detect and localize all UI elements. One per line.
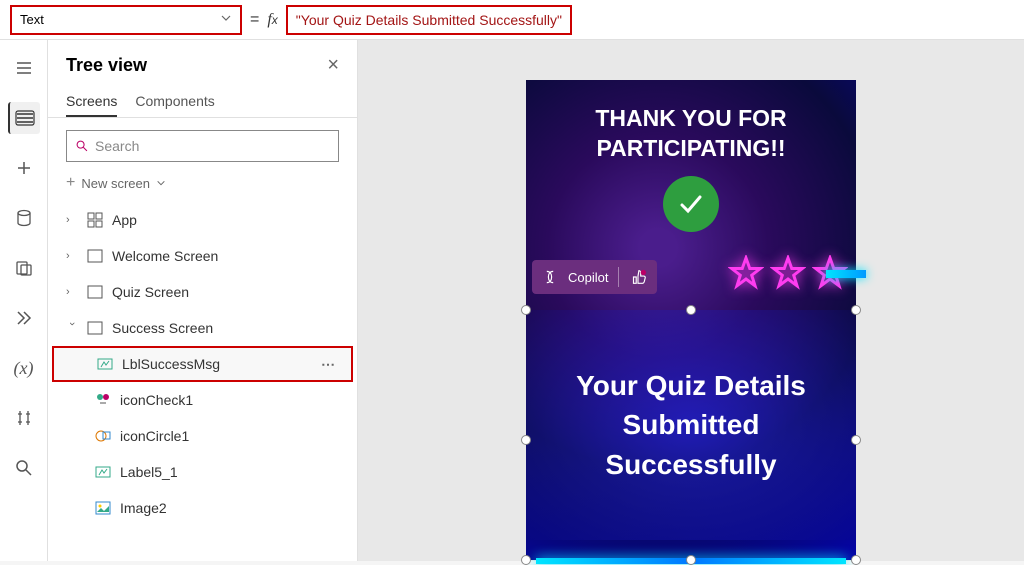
success-line3: Successfully	[526, 445, 856, 484]
close-icon[interactable]: ×	[327, 54, 339, 77]
checkmark-icon	[675, 188, 707, 220]
tab-screens[interactable]: Screens	[66, 87, 117, 117]
success-line2: Submitted	[526, 405, 856, 444]
tree-node-iconcheck[interactable]: iconCheck1	[52, 382, 353, 418]
selection-handle[interactable]	[521, 555, 531, 565]
phone-screen[interactable]: THANK YOU FOR PARTICIPATING!! Copilot Yo…	[526, 80, 856, 560]
thumbs-icon[interactable]	[629, 268, 647, 286]
tree-node-lblsuccessmsg[interactable]: LblSuccessMsg ⋯	[52, 346, 353, 382]
fx-icon: fx	[267, 11, 277, 29]
selection-handle[interactable]	[851, 305, 861, 315]
tab-components[interactable]: Components	[135, 87, 214, 117]
success-message-label[interactable]: Your Quiz Details Submitted Successfully	[526, 310, 856, 540]
star-icon	[770, 255, 806, 291]
formula-bar: Text = fx "Your Quiz Details Submitted S…	[0, 0, 1024, 40]
node-label: Quiz Screen	[112, 284, 189, 300]
tree-title: Tree view	[66, 55, 147, 76]
selection-handle[interactable]	[851, 435, 861, 445]
search-input[interactable]: Search	[66, 130, 339, 162]
hamburger-icon[interactable]	[8, 52, 40, 84]
screen-icon	[86, 283, 104, 301]
plus-icon: +	[66, 174, 75, 192]
equals-sign: =	[250, 11, 259, 29]
tree-panel: Tree view × Screens Components Search + …	[48, 40, 358, 561]
new-screen-button[interactable]: + New screen	[48, 170, 357, 202]
app-icon	[86, 211, 104, 229]
node-label: LblSuccessMsg	[122, 356, 220, 372]
left-rail: (x)	[0, 40, 48, 561]
selection-handle[interactable]	[686, 555, 696, 565]
thank-you-line1: THANK YOU FOR	[526, 104, 856, 134]
neon-line-right	[826, 270, 866, 278]
more-icon[interactable]: ⋯	[321, 356, 337, 373]
treeview-icon[interactable]	[8, 102, 40, 134]
data-icon[interactable]	[8, 202, 40, 234]
node-label: Success Screen	[112, 320, 213, 336]
tree-node-success[interactable]: › Success Screen	[52, 310, 353, 346]
node-label: Welcome Screen	[112, 248, 218, 264]
image-icon	[94, 499, 112, 517]
search-placeholder: Search	[95, 138, 139, 154]
selection-handle[interactable]	[521, 305, 531, 315]
chevron-right-icon: ›	[66, 214, 78, 226]
copilot-icon	[542, 269, 558, 285]
thank-you-label[interactable]: THANK YOU FOR PARTICIPATING!!	[526, 80, 856, 164]
property-dropdown[interactable]: Text	[10, 5, 242, 35]
node-label: iconCircle1	[120, 428, 189, 444]
powerautomate-icon[interactable]	[8, 302, 40, 334]
formula-value: "Your Quiz Details Submitted Successfull…	[296, 12, 562, 28]
tree-tabs: Screens Components	[48, 83, 357, 118]
chevron-down-icon	[220, 12, 232, 27]
selection-handle[interactable]	[851, 555, 861, 565]
tree-list: › App › Welcome Screen › Quiz Screen › S…	[48, 202, 357, 561]
variables-icon[interactable]: (x)	[8, 352, 40, 384]
node-label: Label5_1	[120, 464, 178, 480]
chevron-right-icon: ›	[66, 286, 78, 298]
tree-node-image2[interactable]: Image2	[52, 490, 353, 526]
search-icon	[75, 139, 89, 153]
label-icon	[94, 463, 112, 481]
screen-icon	[86, 319, 104, 337]
tree-node-label5[interactable]: Label5_1	[52, 454, 353, 490]
node-label: iconCheck1	[120, 392, 193, 408]
tools-icon[interactable]	[8, 402, 40, 434]
insert-icon[interactable]	[8, 152, 40, 184]
success-line1: Your Quiz Details	[526, 366, 856, 405]
node-label: Image2	[120, 500, 167, 516]
node-label: App	[112, 212, 137, 228]
tree-node-welcome[interactable]: › Welcome Screen	[52, 238, 353, 274]
tree-node-app[interactable]: › App	[52, 202, 353, 238]
thank-you-line2: PARTICIPATING!!	[526, 134, 856, 164]
search-rail-icon[interactable]	[8, 452, 40, 484]
label-icon	[96, 355, 114, 373]
media-icon[interactable]	[8, 252, 40, 284]
selection-handle[interactable]	[521, 435, 531, 445]
selection-handle[interactable]	[686, 305, 696, 315]
tree-node-quiz[interactable]: › Quiz Screen	[52, 274, 353, 310]
separator	[618, 267, 619, 287]
copilot-bar[interactable]: Copilot	[532, 260, 657, 294]
screen-icon	[86, 247, 104, 265]
formula-input[interactable]: "Your Quiz Details Submitted Successfull…	[286, 5, 572, 35]
tree-node-iconcircle[interactable]: iconCircle1	[52, 418, 353, 454]
iconcircle-icon	[94, 427, 112, 445]
chevron-down-icon: ›	[66, 322, 78, 334]
chevron-down-icon	[156, 178, 166, 188]
star-icon	[728, 255, 764, 291]
property-name: Text	[20, 12, 44, 27]
copilot-label: Copilot	[568, 270, 608, 285]
check-circle-icon[interactable]	[663, 176, 719, 232]
chevron-right-icon: ›	[66, 250, 78, 262]
canvas-area[interactable]: THANK YOU FOR PARTICIPATING!! Copilot Yo…	[358, 40, 1024, 561]
iconcheck-icon	[94, 391, 112, 409]
new-screen-label: New screen	[81, 176, 150, 191]
